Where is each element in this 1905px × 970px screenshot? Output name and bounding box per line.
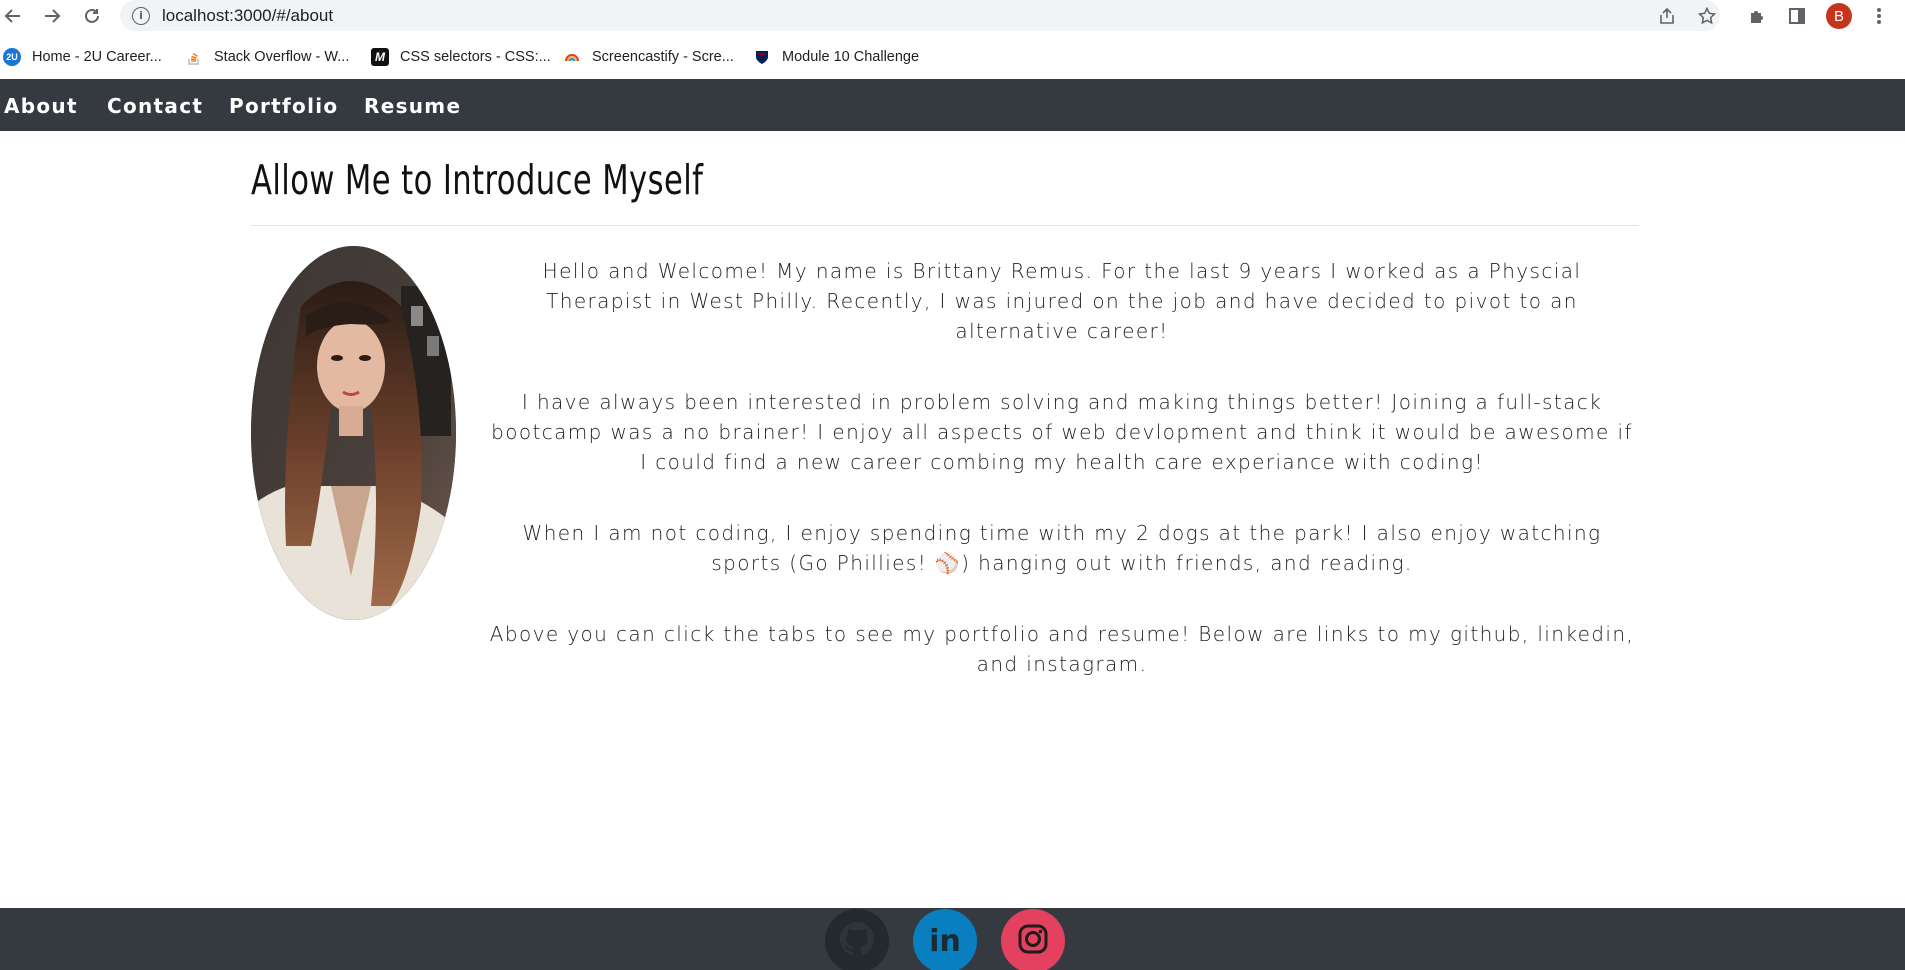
penn-icon: [753, 48, 771, 66]
bookmark-label: Screencastify - Scre...: [592, 49, 734, 65]
extensions-icon[interactable]: [1744, 4, 1770, 28]
bookmark-item[interactable]: 2U Home - 2U Career...: [3, 46, 162, 68]
browser-toolbar: i localhost:3000/#/about B: [0, 0, 1905, 32]
site-navbar: About Contact Portfolio Resume: [0, 79, 1905, 131]
bookmark-item[interactable]: Module 10 Challenge: [753, 46, 919, 68]
stackoverflow-icon: [185, 48, 203, 66]
about-bio: Hello and Welcome! My name is Brittany R…: [486, 256, 1638, 720]
bookmark-star-icon[interactable]: [1695, 5, 1719, 27]
back-icon[interactable]: [0, 3, 26, 29]
reload-icon[interactable]: [79, 3, 105, 29]
nav-contact[interactable]: Contact: [107, 94, 203, 118]
bookmark-item[interactable]: Screencastify - Scre...: [563, 46, 734, 68]
bio-paragraph: Hello and Welcome! My name is Brittany R…: [542, 259, 1582, 343]
forward-icon[interactable]: [39, 3, 65, 29]
bookmark-label: CSS selectors - CSS:...: [400, 49, 551, 65]
github-icon: [840, 921, 874, 961]
url-text[interactable]: localhost:3000/#/about: [162, 6, 333, 26]
title-divider: [251, 225, 1639, 226]
instagram-link[interactable]: [1001, 909, 1065, 970]
bookmark-label: Home - 2U Career...: [32, 49, 162, 65]
mdn-icon: M: [371, 48, 389, 66]
address-bar[interactable]: i localhost:3000/#/about: [120, 0, 1720, 31]
bio-paragraph: Above you can click the tabs to see my p…: [489, 622, 1635, 676]
page-title: Allow Me to Introduce Myself: [251, 156, 704, 204]
nav-about[interactable]: About: [4, 94, 78, 118]
2u-icon: 2U: [3, 48, 21, 66]
bookmark-label: Module 10 Challenge: [782, 49, 920, 65]
nav-resume[interactable]: Resume: [364, 94, 461, 118]
site-footer: in: [0, 908, 1905, 970]
bio-paragraph: When I am not coding, I enjoy spending t…: [522, 521, 1602, 575]
profile-avatar[interactable]: B: [1826, 3, 1852, 29]
screencastify-icon: [563, 48, 581, 66]
linkedin-icon: in: [929, 923, 961, 959]
nav-portfolio[interactable]: Portfolio: [229, 94, 338, 118]
bookmark-label: Stack Overflow - W...: [214, 49, 350, 65]
linkedin-link[interactable]: in: [913, 909, 977, 970]
bookmarks-bar: 2U Home - 2U Career... Stack Overflow - …: [0, 40, 1905, 72]
bookmark-item[interactable]: Stack Overflow - W...: [185, 46, 349, 68]
side-panel-icon[interactable]: [1784, 4, 1810, 28]
profile-photo: [251, 246, 456, 620]
github-link[interactable]: [825, 909, 889, 970]
bio-paragraph: I have always been interested in problem…: [491, 390, 1633, 474]
site-info-icon[interactable]: i: [132, 6, 150, 25]
share-icon[interactable]: [1655, 5, 1679, 27]
bookmark-item[interactable]: M CSS selectors - CSS:...: [371, 46, 551, 68]
more-menu-icon[interactable]: [1866, 4, 1892, 28]
instagram-icon: [1017, 923, 1049, 960]
